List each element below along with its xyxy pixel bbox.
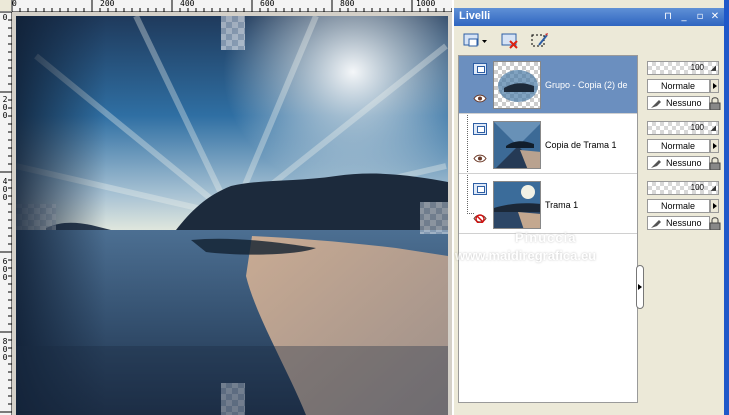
ruler-left-label: 2 0 0: [2, 95, 8, 120]
ruler-top-label: 800: [340, 0, 355, 8]
blend-mode-arrow-icon[interactable]: [710, 199, 719, 213]
layer-props-group-copy: 100 ◢ Normale Nessuno: [646, 57, 722, 111]
layer-properties-column: 100 ◢ Normale Nessuno 100 ◢ Normale Ness…: [644, 55, 726, 403]
ruler-left-label: 4 0 0: [2, 177, 8, 202]
slider-icon: ◢: [710, 64, 716, 72]
ruler-top-label: 600: [260, 0, 275, 8]
layers-toolbar: [454, 26, 726, 54]
hidden-eye-icon[interactable]: [473, 214, 487, 223]
slider-icon: ◢: [710, 124, 716, 132]
opacity-slider[interactable]: 100 ◢: [647, 61, 719, 75]
mask-value: Nessuno: [666, 98, 702, 108]
close-button[interactable]: ✕: [709, 10, 721, 23]
raster-layer-icon: [473, 123, 487, 135]
blend-mode-value: Normale: [661, 141, 696, 151]
mask-value: Nessuno: [666, 158, 702, 168]
layer-props-copia-de-trama-1: 100 ◢ Normale Nessuno: [646, 117, 722, 171]
raster-layer-icon: [473, 183, 487, 195]
lock-icon[interactable]: [709, 157, 721, 170]
opacity-value: 100: [690, 183, 704, 192]
mask-select[interactable]: Nessuno: [647, 156, 710, 170]
ruler-left-label: 0: [2, 13, 8, 22]
blend-mode-value: Normale: [661, 201, 696, 211]
blend-mode-arrow-icon[interactable]: [710, 139, 719, 153]
restore-button[interactable]: ▫: [694, 10, 706, 23]
watermark-url: www.maidiregrafica.eu: [455, 248, 597, 263]
edit-selection-button[interactable]: [528, 30, 552, 52]
ruler-top-ticks: [12, 0, 452, 12]
layer-row-group-copy[interactable]: Grupo - Copia (2) de: [459, 56, 637, 114]
watermark-author: Pinuccia: [515, 230, 577, 245]
opacity-slider[interactable]: 100 ◢: [647, 181, 719, 195]
opacity-value: 100: [690, 63, 704, 72]
layer-thumbnail: [493, 61, 541, 109]
palette-title: Livelli: [459, 10, 491, 22]
mask-select[interactable]: Nessuno: [647, 96, 710, 110]
layer-name[interactable]: Copia de Trama 1: [545, 140, 617, 150]
blend-mode-select[interactable]: Normale: [647, 139, 710, 153]
blend-mode-select[interactable]: Normale: [647, 199, 710, 213]
new-layer-button[interactable]: [460, 30, 490, 52]
slider-icon: ◢: [710, 184, 716, 192]
layer-name[interactable]: Grupo - Copia (2) de: [545, 80, 628, 90]
pin-icon[interactable]: ⊓: [662, 10, 674, 23]
layer-thumbnail: [493, 181, 541, 229]
ruler-top-label: 400: [180, 0, 195, 8]
lock-icon[interactable]: [709, 97, 721, 110]
opacity-value: 100: [690, 123, 704, 132]
visibility-eye-icon[interactable]: [473, 94, 487, 103]
canvas-image[interactable]: [16, 16, 448, 415]
landscape-image: [16, 16, 448, 415]
layer-props-trama-1: 100 ◢ Normale Nessuno: [646, 177, 722, 231]
delete-layer-button[interactable]: [498, 30, 522, 52]
new-layer-icon: [463, 33, 487, 47]
canvas-area[interactable]: 0 200 400 600 800 1000 0 2 0 0 4 0 0 6 0…: [0, 0, 452, 415]
brush-icon: [651, 100, 661, 108]
ruler-left-label: 8 0 0: [2, 337, 8, 362]
layers-list[interactable]: Grupo - Copia (2) de Copia de Trama 1 Tr…: [458, 55, 638, 403]
mask-value: Nessuno: [666, 218, 702, 228]
raster-layer-icon: [473, 63, 487, 75]
layer-name[interactable]: Trama 1: [545, 200, 578, 210]
brush-icon: [651, 220, 661, 228]
ruler-top-label: 0: [12, 0, 17, 8]
delete-layer-icon: [501, 33, 518, 49]
ruler-top[interactable]: 0 200 400 600 800 1000: [12, 0, 452, 12]
layers-palette: Livelli ⊓ _ ▫ ✕ Grupo - Copia (2) de Cop…: [452, 0, 726, 415]
blend-mode-arrow-icon[interactable]: [710, 79, 719, 93]
edit-selection-icon: [531, 33, 548, 47]
brush-icon: [651, 160, 661, 168]
lock-icon[interactable]: [709, 217, 721, 230]
layer-thumbnail: [493, 121, 541, 169]
visibility-eye-icon[interactable]: [473, 154, 487, 163]
palette-titlebar[interactable]: Livelli ⊓ _ ▫ ✕: [454, 8, 726, 26]
blend-mode-select[interactable]: Normale: [647, 79, 710, 93]
ruler-top-label: 200: [100, 0, 115, 8]
ruler-left-label: 6 0 0: [2, 257, 8, 282]
window-edge: [724, 0, 729, 415]
blend-mode-value: Normale: [661, 81, 696, 91]
mask-select[interactable]: Nessuno: [647, 216, 710, 230]
panel-collapse-handle[interactable]: [636, 265, 644, 309]
opacity-slider[interactable]: 100 ◢: [647, 121, 719, 135]
layer-row-copia-de-trama-1[interactable]: Copia de Trama 1: [459, 116, 637, 174]
ruler-top-label: 1000: [416, 0, 436, 8]
minimize-button[interactable]: _: [678, 10, 690, 23]
ruler-left[interactable]: 0 2 0 0 4 0 0 6 0 0 8 0 0: [0, 12, 12, 415]
ruler-corner: [0, 0, 12, 12]
layer-row-trama-1[interactable]: Trama 1: [459, 176, 637, 234]
